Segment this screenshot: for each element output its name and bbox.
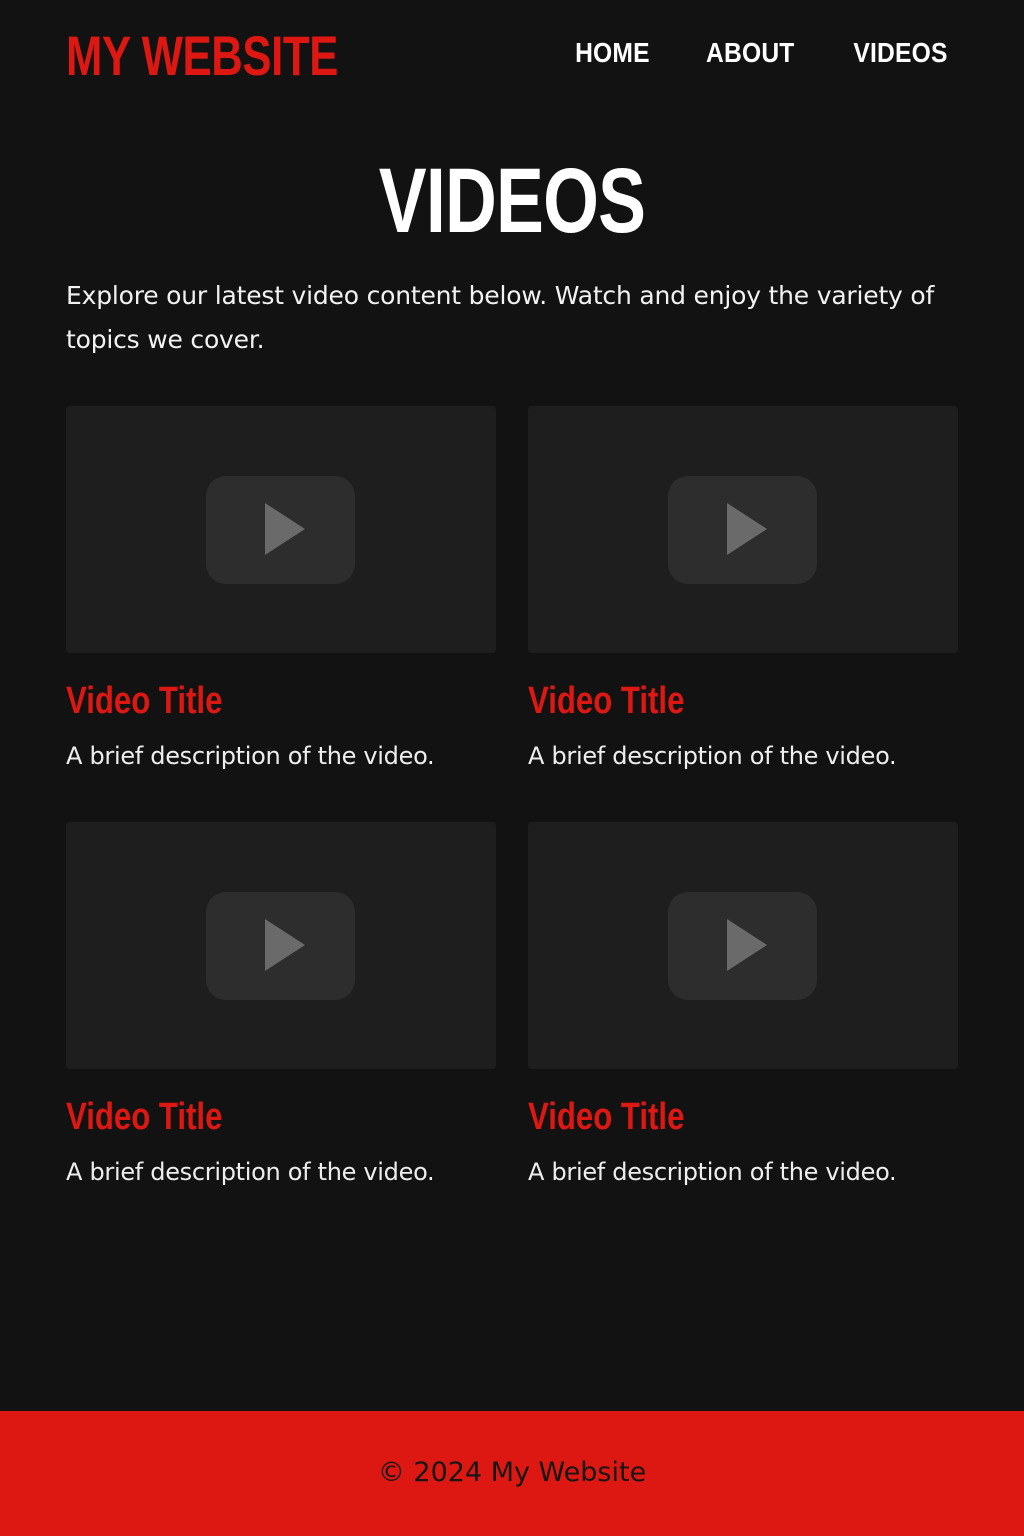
video-thumbnail[interactable] xyxy=(528,822,958,1069)
site-footer: © 2024 My Website xyxy=(0,1411,1024,1536)
video-card: Video Title A brief description of the v… xyxy=(66,406,496,770)
play-icon xyxy=(265,503,305,555)
play-button[interactable] xyxy=(668,892,817,1000)
video-description: A brief description of the video. xyxy=(66,742,435,770)
site-logo[interactable]: MY WEBSITE xyxy=(66,22,338,90)
video-card: Video Title A brief description of the v… xyxy=(66,822,496,1186)
video-card: Video Title A brief description of the v… xyxy=(528,822,958,1186)
video-title[interactable]: Video Title xyxy=(66,1094,222,1140)
copyright-text: © 2024 My Website xyxy=(377,1457,647,1488)
play-icon xyxy=(727,503,767,555)
video-thumbnail[interactable] xyxy=(66,406,496,653)
video-title[interactable]: Video Title xyxy=(528,1094,684,1140)
video-thumbnail[interactable] xyxy=(528,406,958,653)
play-button[interactable] xyxy=(206,476,355,584)
play-button[interactable] xyxy=(668,476,817,584)
video-title[interactable]: Video Title xyxy=(66,678,222,724)
nav-link-about[interactable]: ABOUT xyxy=(706,34,794,72)
play-icon xyxy=(727,919,767,971)
intro-text: Explore our latest video content below. … xyxy=(66,281,935,354)
site-header: MY WEBSITE HOME ABOUT VIDEOS xyxy=(0,0,1024,110)
nav-link-home[interactable]: HOME xyxy=(575,34,650,72)
main-nav: HOME ABOUT VIDEOS xyxy=(570,34,954,72)
play-icon xyxy=(265,919,305,971)
play-button[interactable] xyxy=(206,892,355,1000)
video-description: A brief description of the video. xyxy=(528,742,897,770)
video-thumbnail[interactable] xyxy=(66,822,496,1069)
video-title[interactable]: Video Title xyxy=(528,678,684,724)
video-description: A brief description of the video. xyxy=(528,1158,897,1186)
page-title: VIDEOS xyxy=(378,150,646,252)
video-description: A brief description of the video. xyxy=(66,1158,435,1186)
nav-link-videos[interactable]: VIDEOS xyxy=(853,34,947,72)
video-card: Video Title A brief description of the v… xyxy=(528,406,958,770)
